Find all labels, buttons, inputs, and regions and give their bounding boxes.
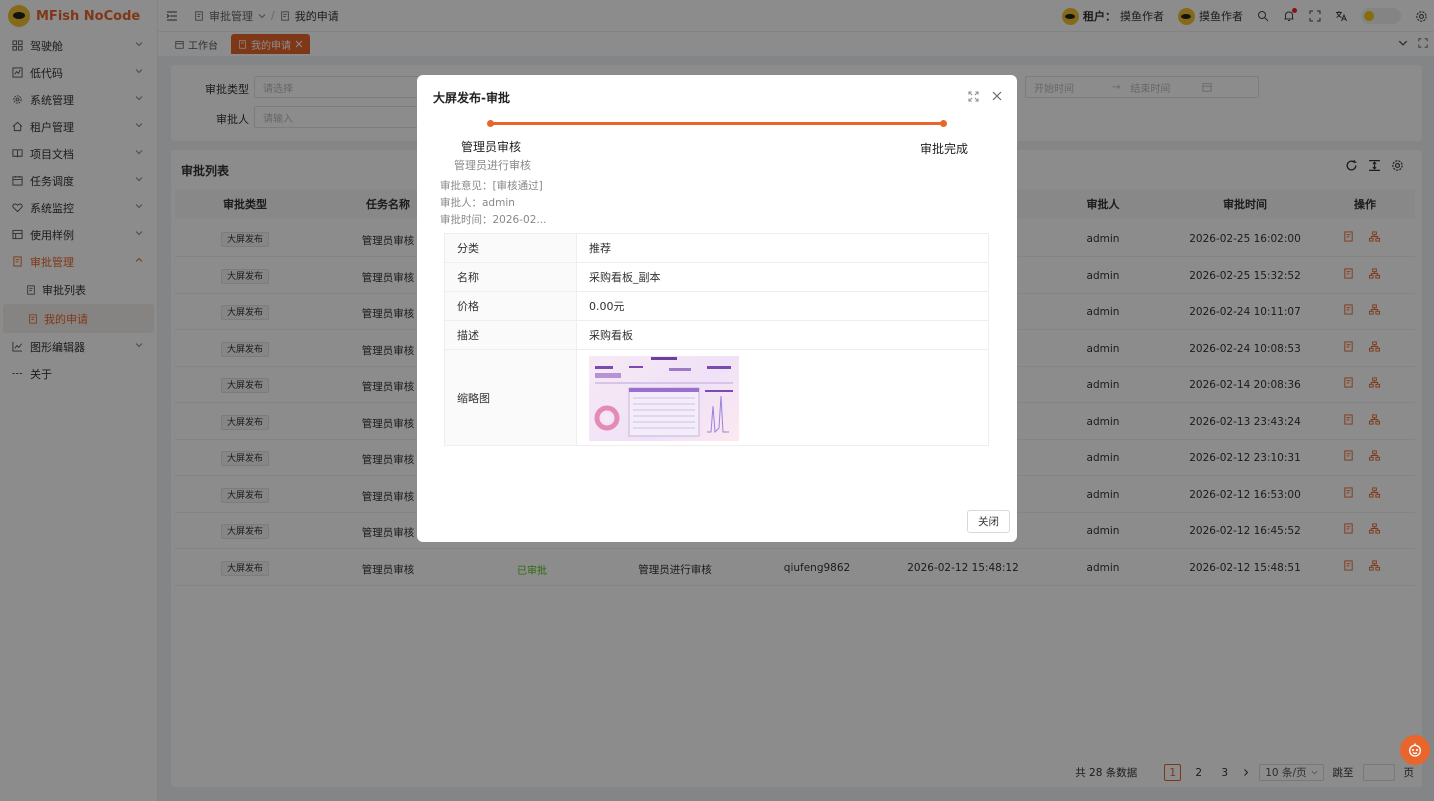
step-dot <box>487 120 494 127</box>
detail-key: 缩略图 <box>444 349 577 446</box>
dashboard-thumbnail[interactable] <box>589 356 739 441</box>
approval-modal: 大屏发布-审批 管理员审核 管理员进行审核 审批完成 审批意见：[审核通过] 审… <box>417 75 1017 542</box>
detail-key: 分类 <box>444 233 577 263</box>
detail-row: 价格 0.00元 <box>444 291 989 321</box>
step-dot <box>940 120 947 127</box>
detail-table: 分类 推荐 名称 采购看板_副本 价格 0.00元 描述 采购看板 缩略图 <box>444 233 989 446</box>
step-desc: 管理员进行审核 <box>454 159 531 172</box>
assistant-button[interactable] <box>1400 735 1430 765</box>
detail-key: 描述 <box>444 320 577 350</box>
detail-key: 名称 <box>444 262 577 292</box>
step-title: 管理员审核 <box>461 140 522 154</box>
detail-value: 采购看板 <box>576 320 989 350</box>
detail-row: 分类 推荐 <box>444 233 989 263</box>
detail-key: 价格 <box>444 291 577 321</box>
close-button[interactable]: 关闭 <box>967 510 1010 533</box>
approval-time: 审批时间：2026-02... <box>440 214 547 226</box>
fullscreen-icon[interactable] <box>968 90 979 102</box>
detail-row: 缩略图 <box>444 349 989 446</box>
detail-value: 采购看板_副本 <box>576 262 989 292</box>
step-progress-line <box>490 122 943 125</box>
modal-tools <box>968 90 1003 102</box>
step-title: 审批完成 <box>920 142 969 156</box>
modal-title: 大屏发布-审批 <box>433 91 510 105</box>
approval-approver: 审批人：admin <box>440 197 515 209</box>
approval-opinion: 审批意见：[审核通过] <box>440 180 543 192</box>
detail-row: 描述 采购看板 <box>444 320 989 350</box>
detail-value: 0.00元 <box>576 291 989 321</box>
detail-row: 名称 采购看板_副本 <box>444 262 989 292</box>
detail-value: 推荐 <box>576 233 989 263</box>
robot-icon <box>1407 742 1423 758</box>
close-icon[interactable] <box>991 90 1003 102</box>
